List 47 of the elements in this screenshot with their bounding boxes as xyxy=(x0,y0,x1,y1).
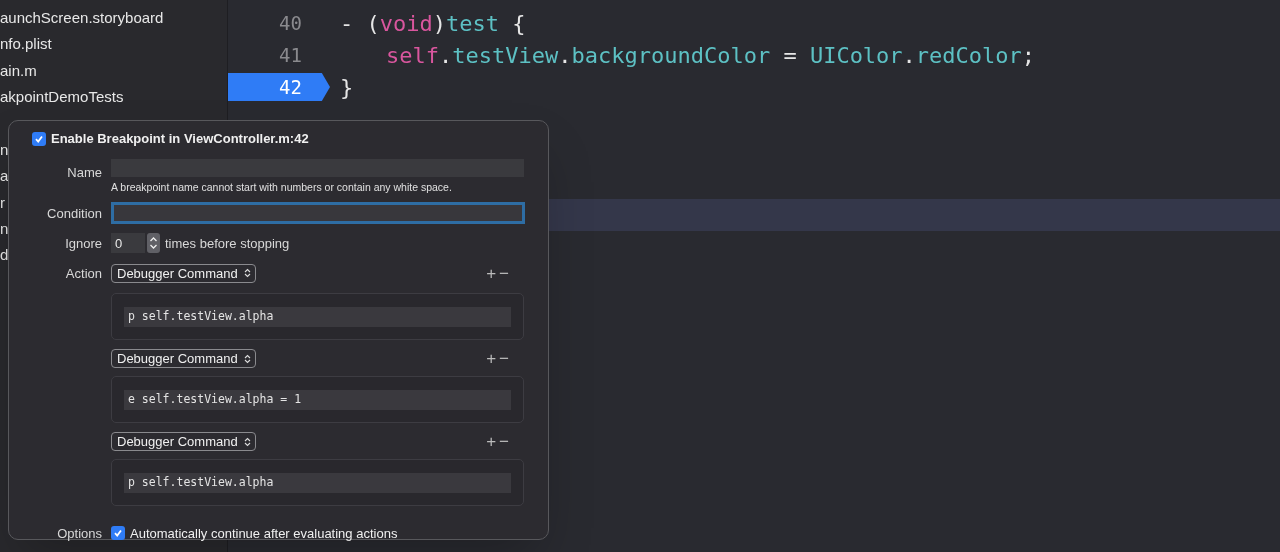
field-label: Action xyxy=(65,266,102,282)
file-item[interactable]: a xyxy=(0,165,9,188)
action-type-popup[interactable]: Debugger Command xyxy=(111,349,256,369)
code-line: - (void)test { xyxy=(340,10,526,36)
checkbox[interactable] xyxy=(32,131,46,146)
chevron-updown-icon xyxy=(243,353,251,364)
add-action-button[interactable]: + xyxy=(486,350,497,368)
ignore-suffix: times before stopping xyxy=(165,234,290,253)
line-number: 40 xyxy=(279,10,302,36)
line-number: 41 xyxy=(279,42,302,68)
action-type-popup[interactable]: Debugger Command xyxy=(111,432,256,452)
action-type-popup[interactable]: Debugger Command xyxy=(111,263,256,283)
file-item[interactable]: ain.m xyxy=(0,59,37,83)
code-line: } xyxy=(340,74,354,100)
code-line: self.testView.backgroundColor = UIColor.redColor; xyxy=(386,42,1036,68)
option-label: Automatically continue after evaluating actions xyxy=(130,524,398,543)
field-label: Options xyxy=(57,526,102,542)
field-label: Name xyxy=(67,164,102,180)
checkmark-icon xyxy=(113,528,123,539)
file-item[interactable]: n xyxy=(0,218,9,241)
remove-action-button[interactable]: − xyxy=(499,350,509,368)
hint-text: A breakpoint name cannot start with numbers or contain any white space. xyxy=(111,179,453,195)
command-field[interactable]: p self.testView.alpha xyxy=(124,306,511,327)
command-field[interactable]: e self.testView.alpha = 1 xyxy=(124,389,511,410)
ignore-count-field[interactable]: 0 xyxy=(111,233,145,254)
chevron-updown-icon xyxy=(243,436,251,447)
breakpoint-marker[interactable]: 42 xyxy=(228,73,330,101)
field-label: Condition xyxy=(47,206,102,222)
command-field[interactable]: p self.testView.alpha xyxy=(124,472,511,493)
checkmark-icon xyxy=(34,133,44,144)
checkbox[interactable] xyxy=(111,526,125,541)
field-label: Ignore xyxy=(65,236,102,252)
condition-field[interactable] xyxy=(111,202,525,225)
stepper-icon[interactable] xyxy=(147,233,160,254)
chevron-updown-icon xyxy=(243,268,251,279)
file-item[interactable]: d xyxy=(0,244,9,267)
popover-title: Enable Breakpoint in ViewController.m:42 xyxy=(51,130,309,148)
file-item[interactable]: n xyxy=(0,138,9,162)
file-item[interactable]: akpointDemoTests xyxy=(0,86,124,109)
file-item[interactable]: r xyxy=(0,191,5,215)
file-item[interactable]: nfo.plist xyxy=(0,33,52,56)
remove-action-button[interactable]: − xyxy=(499,264,509,282)
file-item[interactable]: aunchScreen.storyboard xyxy=(0,6,164,30)
line-number: 42 xyxy=(279,74,302,100)
remove-action-button[interactable]: − xyxy=(499,433,509,451)
add-action-button[interactable]: + xyxy=(486,264,497,282)
add-action-button[interactable]: + xyxy=(486,433,497,451)
